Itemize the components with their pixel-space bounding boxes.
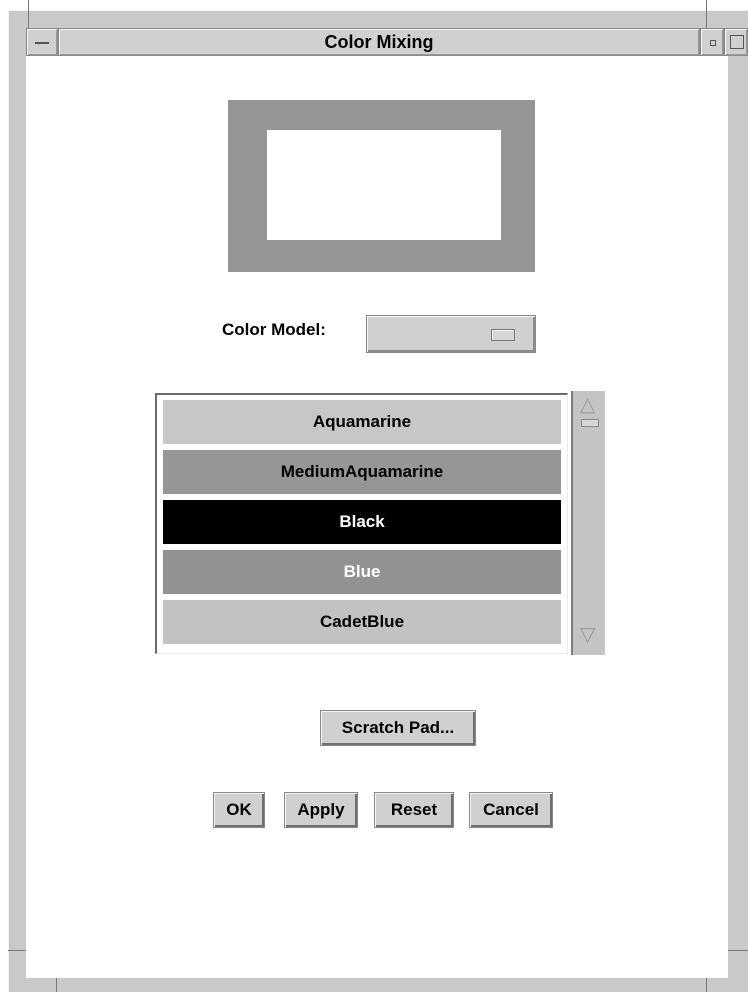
color-model-label: Color Model: — [222, 320, 326, 339]
option-menu-indicator-icon — [491, 329, 515, 341]
title-bar[interactable]: Color Mixing — [26, 28, 748, 56]
color-list-scrollbar[interactable]: △ ▽ — [571, 391, 605, 655]
cancel-button[interactable]: Cancel — [469, 792, 553, 828]
frame-edge-left[interactable] — [8, 950, 26, 951]
scroll-down-arrow-icon[interactable]: ▽ — [580, 625, 595, 645]
list-item[interactable]: Blue — [163, 550, 561, 594]
reset-button[interactable]: Reset — [374, 792, 454, 828]
dialog-body: Color Model: Aquamarine MediumAquamarine… — [26, 56, 728, 978]
window-title[interactable]: Color Mixing — [58, 28, 700, 56]
scratch-pad-button[interactable]: Scratch Pad... — [320, 710, 476, 746]
color-preview-swatch — [267, 130, 501, 240]
frame-edge-right[interactable] — [728, 950, 748, 951]
frame-corner-bottom-left[interactable] — [56, 978, 57, 992]
list-item[interactable]: Aquamarine — [163, 400, 561, 444]
color-list[interactable]: Aquamarine MediumAquamarine Black Blue C… — [155, 393, 568, 654]
ok-button[interactable]: OK — [213, 792, 265, 828]
list-item[interactable]: MediumAquamarine — [163, 450, 561, 494]
frame-corner-top-left[interactable] — [28, 0, 29, 28]
window-menu-icon[interactable] — [26, 28, 58, 56]
maximize-icon[interactable] — [724, 28, 748, 56]
list-item-selected[interactable]: Black — [163, 500, 561, 544]
color-model-dropdown[interactable] — [366, 315, 536, 353]
apply-button[interactable]: Apply — [284, 792, 358, 828]
frame-corner-top-right[interactable] — [706, 0, 707, 28]
scrollbar-thumb[interactable] — [581, 419, 599, 427]
color-preview — [228, 100, 535, 272]
minimize-icon[interactable] — [700, 28, 724, 56]
frame-corner-bottom-right[interactable] — [706, 978, 707, 992]
scroll-up-arrow-icon[interactable]: △ — [580, 395, 595, 415]
list-item[interactable]: CadetBlue — [163, 600, 561, 644]
